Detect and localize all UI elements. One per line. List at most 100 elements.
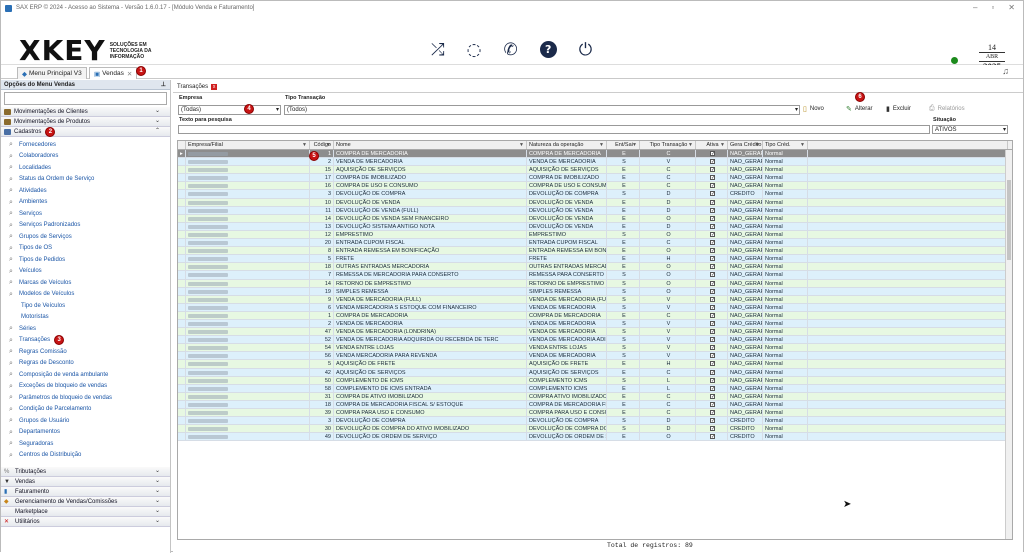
sidebar-item[interactable]: ⌕ Departamentos bbox=[1, 427, 170, 439]
sidebar-item[interactable]: ⌕ Fornecedores bbox=[1, 139, 170, 151]
table-row[interactable]: 9 VENDA DE MERCADORIA (FULL) VENDA DE MERC… bbox=[178, 295, 1012, 304]
ativa-checkbox[interactable]: ✓ bbox=[710, 280, 715, 286]
novo-button[interactable]: ▯ Novo bbox=[803, 105, 824, 113]
table-row[interactable]: 18 COMPRA DE MERCADORIA FISCAL S/ ESTOQUE… bbox=[178, 400, 1012, 409]
table-row[interactable]: 39 COMPRA PARA USO E CONSUMO COMPRA PARA U… bbox=[178, 409, 1012, 418]
sidebar-item[interactable]: ⌕ Regras Comissão bbox=[1, 346, 170, 358]
sidebar-item[interactable]: ⌕ Centros de Distribuição bbox=[1, 450, 170, 462]
sidebar-item[interactable]: ⌕ Serviços bbox=[1, 208, 170, 220]
ativa-checkbox[interactable]: ✓ bbox=[710, 256, 715, 262]
ativa-checkbox[interactable]: ✓ bbox=[710, 159, 715, 165]
ativa-checkbox[interactable]: ✓ bbox=[710, 272, 715, 278]
ativa-checkbox[interactable]: ✓ bbox=[710, 345, 715, 351]
scrollbar-thumb[interactable] bbox=[1007, 180, 1011, 260]
ativa-checkbox[interactable]: ✓ bbox=[710, 320, 715, 326]
ativa-checkbox[interactable]: ✓ bbox=[710, 410, 715, 416]
ativa-checkbox[interactable]: ✓ bbox=[710, 418, 715, 424]
ativa-checkbox[interactable]: ✓ bbox=[710, 175, 715, 181]
sidebar-item[interactable]: ⌕ Regras de Desconto bbox=[1, 358, 170, 370]
situacao-select[interactable]: ATIVOS ▾ bbox=[932, 125, 1008, 134]
ativa-checkbox[interactable]: ✓ bbox=[710, 288, 715, 294]
table-row[interactable]: 50 COMPLEMENTO DE ICMS COMPLEMENTO ICMS S L ✓… bbox=[178, 376, 1012, 385]
ativa-checkbox[interactable]: ✓ bbox=[710, 377, 715, 383]
sidebar-section[interactable]: % Tributações ⌄ bbox=[1, 467, 170, 477]
table-row[interactable]: 6 VENDA MERCADORIA S ESTOQUE COM FINANCEI… bbox=[178, 303, 1012, 312]
bell-icon[interactable]: ♫ bbox=[1002, 66, 1009, 76]
sidebar-item[interactable]: ⌕ Exceções de bloqueio de vendas bbox=[1, 381, 170, 393]
sidebar-item[interactable]: ⌕ Composição de venda ambulante bbox=[1, 369, 170, 381]
table-row[interactable]: 20 ENTRADA CUPOM FISCAL ENTRADA CUPOM FISC… bbox=[178, 239, 1012, 248]
ativa-checkbox[interactable]: ✓ bbox=[710, 304, 715, 310]
ativa-checkbox[interactable]: ✓ bbox=[710, 296, 715, 302]
tab-transacoes[interactable]: Transações x bbox=[177, 82, 218, 92]
table-row[interactable]: 14 DEVOLUÇÃO DE VENDA SEM FINANCEIRO DEVOL… bbox=[178, 214, 1012, 223]
ativa-checkbox[interactable]: ✓ bbox=[710, 369, 715, 375]
table-row[interactable]: 30 DEVOLUÇÃO DE COMPRA DO ATIVO IMOBILIZA… bbox=[178, 425, 1012, 434]
sidebar-item[interactable]: ⌕ Ambientes bbox=[1, 197, 170, 209]
sidebar-section[interactable]: ▼ Vendas ⌄ bbox=[1, 477, 170, 487]
sidebar-item[interactable]: ⌕ Tipos de Pedidos bbox=[1, 254, 170, 266]
table-row[interactable]: 2 VENDA DE MERCADORIA VENDA DE MERCADORIA S… bbox=[178, 319, 1012, 329]
sidebar-item[interactable]: Tipo de Veículos bbox=[1, 300, 170, 312]
sidebar-item[interactable]: ⌕ Marcas de Veículos bbox=[1, 277, 170, 289]
filter-icon[interactable]: ▼ bbox=[755, 141, 760, 149]
pin-icon[interactable]: ⊥ bbox=[161, 80, 166, 90]
maximize-icon[interactable]: ▫ bbox=[991, 3, 994, 12]
filter-icon[interactable]: ▼ bbox=[800, 141, 805, 149]
ativa-checkbox[interactable]: ✓ bbox=[710, 223, 715, 229]
ativa-checkbox[interactable]: ✓ bbox=[710, 231, 715, 237]
ativa-checkbox[interactable]: ✓ bbox=[710, 167, 715, 173]
column-header[interactable]: Gera Crédito ▼ bbox=[728, 141, 763, 149]
sidebar-item[interactable]: ⌕ Atividades bbox=[1, 185, 170, 197]
table-row[interactable]: ▸ 1 COMPRA DE MERCADORIA COMPRA DE MERCADOR… bbox=[178, 150, 1012, 159]
ativa-checkbox[interactable]: ✓ bbox=[710, 401, 715, 407]
column-header[interactable]: Natureza da operação ▼ bbox=[527, 141, 607, 149]
sidebar-item[interactable]: ⌕ Serviços Padronizados bbox=[1, 220, 170, 232]
ativa-checkbox[interactable]: ✓ bbox=[710, 434, 715, 440]
filter-icon[interactable]: ▼ bbox=[688, 141, 693, 149]
table-row[interactable]: 8 ENTRADA REMESSA EM BONIFICAÇÃO ENTRADA R… bbox=[178, 247, 1012, 256]
table-row[interactable]: 5 AQUISIÇÃO DE FRETE AQUISIÇÃO DE FRETE E H ✓… bbox=[178, 360, 1012, 369]
ativa-checkbox[interactable]: ✓ bbox=[710, 215, 715, 221]
ativa-checkbox[interactable]: ✓ bbox=[710, 337, 715, 343]
sidebar-item[interactable]: ⌕ Transações 3 bbox=[1, 335, 170, 347]
minimize-icon[interactable]: – bbox=[973, 3, 977, 12]
table-row[interactable]: 58 COMPLEMENTO DE ICMS ENTRADA COMPLEMENTO… bbox=[178, 384, 1012, 393]
table-row[interactable]: 49 DEVOLUÇÃO DE ORDEM DE SERVIÇO DEVOLUÇÃO… bbox=[178, 433, 1012, 442]
sidebar-item[interactable]: ⌕ Seguradoras bbox=[1, 438, 170, 450]
help-icon[interactable]: ? bbox=[539, 41, 557, 58]
tab-close-icon[interactable]: ✕ bbox=[127, 70, 132, 78]
tab-menu-principal[interactable]: ◆ Menu Principal V3 bbox=[17, 67, 87, 79]
column-header[interactable]: Tipo Transação ▼ bbox=[640, 141, 696, 149]
filter-icon[interactable]: ▼ bbox=[632, 141, 637, 149]
chat-icon[interactable]: ◌ bbox=[467, 41, 482, 59]
table-row[interactable]: 5 FRETE FRETE E H ✓ NAO_GERAR Normal bbox=[178, 255, 1012, 264]
sidebar-section[interactable]: Marketplace ⌄ bbox=[1, 507, 170, 517]
sidebar-section[interactable]: ◆ Gerenciamento de Vendas/Comissões ⌄ bbox=[1, 497, 170, 507]
ativa-checkbox[interactable]: ✓ bbox=[710, 385, 715, 391]
close-tab-icon[interactable]: x bbox=[211, 84, 218, 90]
table-row[interactable]: 3 DEVOLUÇÃO DE COMPRA DEVOLUÇÃO DE COMPRA S… bbox=[178, 417, 1012, 426]
sidebar-item[interactable]: ⌕ Grupos de Usuário bbox=[1, 415, 170, 427]
sidebar-section-movimentacoes-produtos[interactable]: Movimentações de Produtos ⌄ bbox=[1, 117, 170, 127]
close-icon[interactable]: ✕ bbox=[1008, 3, 1015, 12]
tipo-transacao-select[interactable]: (Todos) ▾ bbox=[284, 105, 800, 115]
vertical-scrollbar[interactable] bbox=[1005, 150, 1012, 539]
table-row[interactable]: 15 AQUISIÇÃO DE SERVIÇOS AQUISIÇÃO DE SERV… bbox=[178, 166, 1012, 175]
sidebar-item[interactable]: ⌕ Séries bbox=[1, 323, 170, 335]
ativa-checkbox[interactable]: ✓ bbox=[710, 393, 715, 399]
sidebar-item[interactable]: ⌕ Modelos de Veículos bbox=[1, 289, 170, 301]
filter-icon[interactable]: ▼ bbox=[519, 141, 524, 149]
table-row[interactable]: 14 RETORNO DE EMPRESTIMO RETORNO DE EMPRES… bbox=[178, 279, 1012, 288]
sidebar-section-movimentacoes-clientes[interactable]: Movimentações de Clientes ⌄ bbox=[1, 107, 170, 117]
ativa-checkbox[interactable]: ✓ bbox=[710, 199, 715, 205]
alterar-button[interactable]: ✎ Alterar bbox=[846, 105, 873, 113]
sidebar-section[interactable]: ✕ Utilitários ⌄ bbox=[1, 517, 170, 527]
search-input[interactable] bbox=[178, 125, 930, 134]
table-row[interactable]: 56 VENDA MERCADORIA PARA REVENDA VENDA DE … bbox=[178, 352, 1012, 361]
sidebar-item[interactable]: ⌕ Status da Ordem de Serviço bbox=[1, 174, 170, 186]
sidebar-item[interactable]: ⌕ Tipos de OS bbox=[1, 243, 170, 255]
table-row[interactable]: 11 DEVOLUÇÃO DE VENDA (FULL) DEVOLUÇÃO DE … bbox=[178, 206, 1012, 215]
table-row[interactable]: 3 DEVOLUÇÃO DE COMPRA DEVOLUÇÃO DE COMPRA S… bbox=[178, 190, 1012, 199]
column-header[interactable]: Ativa ▼ bbox=[696, 141, 728, 149]
